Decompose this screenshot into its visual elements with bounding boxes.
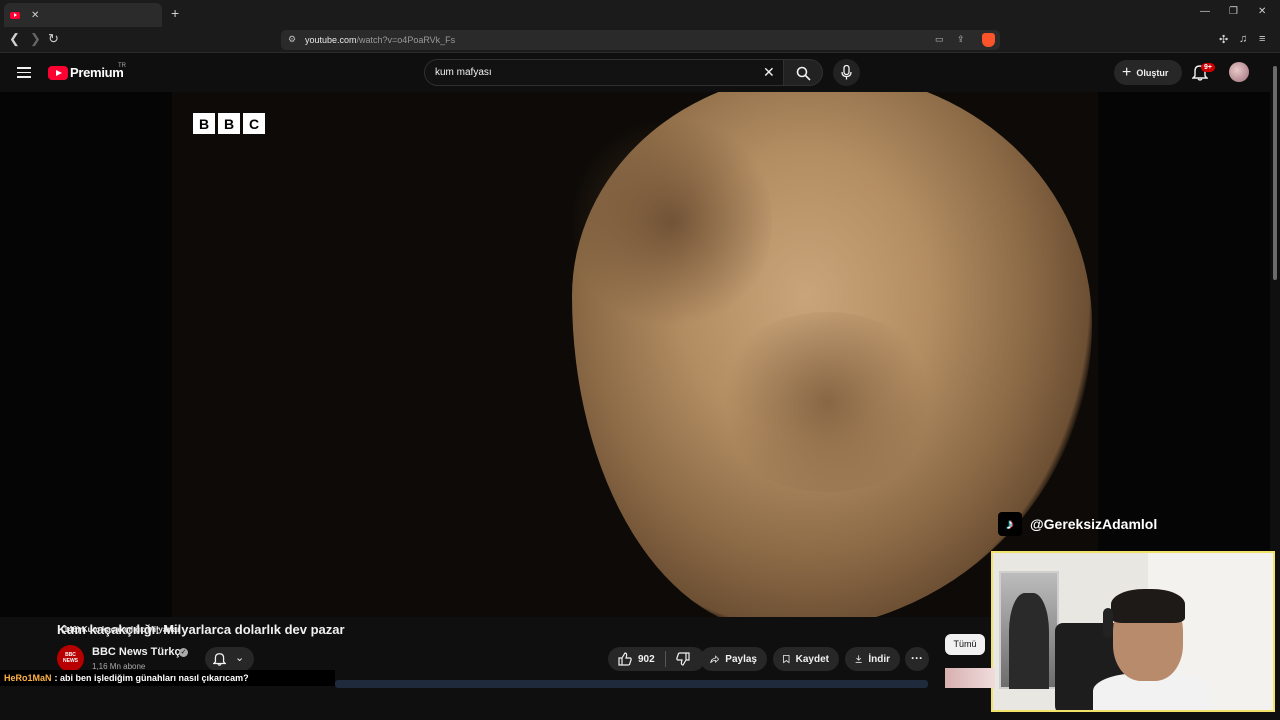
- description-box[interactable]: [335, 680, 928, 688]
- bell-icon: [213, 653, 226, 666]
- bbc-letter: C: [243, 113, 265, 134]
- tiktok-overlay: ♪ @GereksizAdamlol: [998, 512, 1157, 536]
- notification-badge: 9+: [1201, 63, 1215, 72]
- chat-text: : abi ben işlediğim günahları nasıl çıka…: [54, 673, 249, 683]
- brave-shield-icon[interactable]: [982, 33, 995, 47]
- channel-avatar[interactable]: BBC NEWS: [57, 645, 84, 672]
- thumbs-down-icon[interactable]: [675, 652, 690, 666]
- new-tab-icon[interactable]: +: [171, 5, 179, 21]
- microphone-icon: [841, 65, 852, 80]
- bookmark-icon: [783, 654, 790, 664]
- minimize-icon[interactable]: —: [1200, 6, 1210, 17]
- chevron-down-icon: ⌄: [235, 652, 245, 664]
- back-icon[interactable]: ❮: [9, 31, 20, 47]
- create-button[interactable]: + Oluştur: [1114, 60, 1182, 85]
- download-icon: [855, 655, 862, 663]
- url-host: youtube.com: [305, 35, 357, 45]
- video-title: Kum kaçakçılığı: Milyarlarca dolarlık de…: [57, 622, 345, 637]
- close-window-icon[interactable]: ✕: [1258, 6, 1266, 17]
- search-input[interactable]: kum mafyası: [424, 59, 784, 86]
- channel-name[interactable]: BBC News Türkçe: [92, 646, 187, 658]
- scrollbar-thumb[interactable]: [1273, 66, 1277, 280]
- save-button[interactable]: Kaydet: [773, 647, 839, 671]
- video-frame: [172, 92, 1098, 617]
- headphones: [1103, 608, 1113, 638]
- verified-check-icon: ✓: [179, 648, 188, 657]
- browser-tab[interactable]: (146) Kum kaçakçılığı: Milyarlarca dolar…: [4, 3, 179, 634]
- portrait-figure: [1009, 593, 1049, 689]
- save-label: Kaydet: [795, 653, 829, 665]
- site-info-icon[interactable]: ⚙: [288, 34, 296, 45]
- share-label: Paylaş: [725, 653, 757, 665]
- browser-tabbar: (146) Kum kaçakçılığı: Milyarlarca dolar…: [0, 0, 1280, 634]
- subscription-bell-button[interactable]: ⌄: [205, 647, 254, 671]
- chat-username: HeRo1MaN: [4, 673, 52, 683]
- user-avatar[interactable]: [1229, 62, 1249, 82]
- extensions-icon[interactable]: ✣: [1219, 33, 1228, 46]
- share-icon: [710, 654, 720, 663]
- download-button[interactable]: İndir: [845, 647, 900, 671]
- premium-logo-text[interactable]: Premium: [70, 65, 124, 80]
- share-button[interactable]: Paylaş: [700, 647, 767, 671]
- search-icon: [796, 66, 811, 81]
- bbc-watermark-logo: B B C: [193, 113, 265, 134]
- webcam-overlay: [991, 551, 1275, 712]
- share-page-icon[interactable]: ⇪: [957, 34, 965, 45]
- filter-chip-all[interactable]: Tümü: [945, 634, 985, 655]
- search-button[interactable]: [783, 59, 823, 86]
- hamburger-menu-icon[interactable]: [17, 67, 31, 78]
- chat-message: HeRo1MaN : abi ben işlediğim günahları n…: [0, 670, 335, 686]
- plus-icon: +: [1122, 63, 1132, 81]
- recommended-video-thumbnail[interactable]: [945, 668, 995, 688]
- more-actions-icon[interactable]: ···: [905, 647, 929, 671]
- youtube-favicon-icon: [10, 11, 20, 19]
- forward-icon[interactable]: ❯: [30, 31, 41, 47]
- download-label: İndir: [868, 653, 890, 665]
- tiktok-icon: ♪: [998, 512, 1022, 536]
- youtube-logo-icon[interactable]: [48, 66, 68, 80]
- bbc-letter: B: [193, 113, 215, 134]
- voice-search-button[interactable]: [833, 59, 860, 86]
- streamer-hair: [1111, 589, 1185, 623]
- like-count[interactable]: 902: [638, 654, 655, 665]
- like-divider: [664, 651, 666, 667]
- maximize-icon[interactable]: ❐: [1229, 6, 1238, 17]
- bbc-letter: B: [218, 113, 240, 134]
- clear-search-icon[interactable]: ✕: [763, 64, 775, 81]
- close-tab-icon[interactable]: ✕: [31, 10, 39, 21]
- sand-shadow: [712, 312, 942, 492]
- thumbs-up-icon[interactable]: [618, 652, 632, 666]
- sand-shadow: [572, 112, 772, 332]
- tiktok-handle: @GereksizAdamlol: [1030, 516, 1158, 532]
- search-query: kum mafyası: [435, 67, 492, 78]
- reload-icon[interactable]: ↻: [48, 31, 59, 47]
- address-bar[interactable]: ⚙ youtube.com/watch?v=o4PoaRVk_Fs ▭ ⇪: [281, 30, 1000, 50]
- like-dislike-group: 902: [608, 647, 705, 671]
- create-label: Oluştur: [1136, 67, 1169, 78]
- region-code: TR: [118, 63, 126, 69]
- media-icon[interactable]: ♫: [1239, 33, 1247, 45]
- cast-icon[interactable]: ▭: [935, 34, 944, 45]
- video-player[interactable]: [0, 92, 1270, 617]
- url-path: /watch?v=o4PoaRVk_Fs: [356, 35, 456, 45]
- browser-menu-icon[interactable]: ≡: [1259, 33, 1265, 45]
